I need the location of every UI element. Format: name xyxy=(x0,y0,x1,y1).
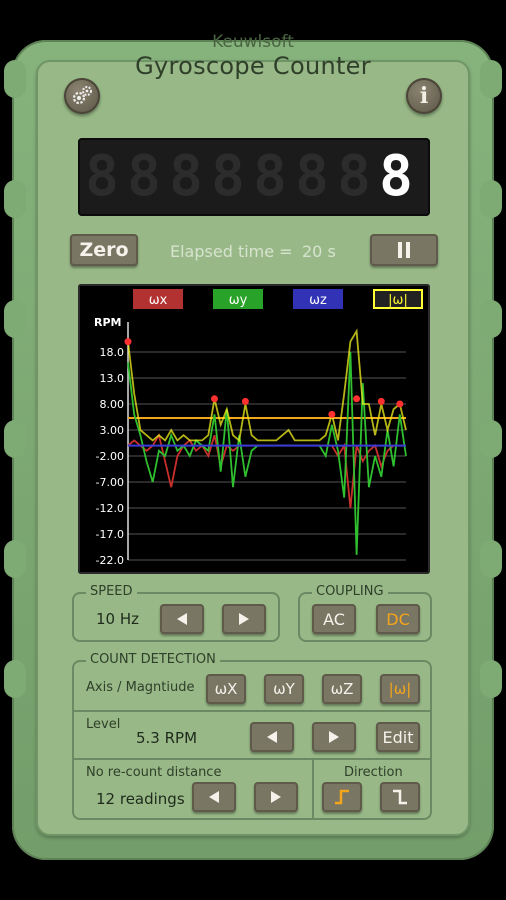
rising-edge-icon xyxy=(335,789,349,805)
y-tick-label: -12.0 xyxy=(96,502,124,515)
y-tick-label: 18.0 xyxy=(100,346,125,359)
axis-z-button[interactable]: ωZ xyxy=(322,674,362,704)
counter-digit: 8 xyxy=(85,144,119,209)
recount-distance-value: 12 readings xyxy=(96,790,185,808)
axis-y-button[interactable]: ωY xyxy=(264,674,304,704)
speed-title: SPEED xyxy=(86,584,137,599)
body-edge xyxy=(4,300,26,338)
level-value: 5.3 RPM xyxy=(136,729,198,747)
divider xyxy=(312,760,314,818)
recount-decrease-button[interactable] xyxy=(192,782,236,812)
y-axis-label: RPM xyxy=(94,316,121,329)
peak-marker xyxy=(210,395,218,403)
counter-digit: 8 xyxy=(127,144,161,209)
coupling-title: COUPLING xyxy=(312,584,388,599)
info-icon: i xyxy=(419,83,429,109)
counter-digit: 8 xyxy=(169,144,203,209)
counter-digit-active: 8 xyxy=(379,144,413,209)
arrow-left-icon xyxy=(177,613,187,625)
settings-button[interactable] xyxy=(64,78,100,114)
series-line-omega-y xyxy=(127,351,407,555)
chart-panel: ωx ωy ωz |ω| RPM 18.0 13.0 8.00 3.00 -2.00 -7.00 -1… xyxy=(78,284,430,574)
y-tick-label: 13.0 xyxy=(100,372,125,385)
body-edge xyxy=(480,180,502,218)
axis-magnitude-label: Axis / Magntiude xyxy=(86,680,195,695)
info-button[interactable]: i xyxy=(406,78,442,114)
body-edge xyxy=(4,660,26,698)
counter-digit: 8 xyxy=(337,144,371,209)
speed-increase-button[interactable] xyxy=(222,604,266,634)
falling-edge-button[interactable] xyxy=(380,782,420,812)
peak-marker xyxy=(353,395,361,403)
legend-label: ωz xyxy=(309,293,327,308)
peak-marker xyxy=(241,397,249,405)
level-label: Level xyxy=(86,717,121,732)
coupling-dc-button[interactable]: DC xyxy=(376,604,420,634)
speed-value: 10 Hz xyxy=(96,610,140,628)
direction-label: Direction xyxy=(344,765,403,780)
legend-label: ωy xyxy=(229,293,248,308)
body-edge xyxy=(4,420,26,458)
count-detection-title: COUNT DETECTION xyxy=(86,652,220,667)
counter-digit: 8 xyxy=(295,144,329,209)
speed-decrease-button[interactable] xyxy=(160,604,204,634)
legend-label: ωx xyxy=(149,293,168,308)
body-edge xyxy=(4,180,26,218)
arrow-right-icon xyxy=(271,791,281,803)
counter-display: 8 8 8 8 8 8 8 8 xyxy=(78,138,430,216)
coupling-ac-button[interactable]: AC xyxy=(312,604,356,634)
app-title: Gyroscope Counter xyxy=(135,52,371,80)
elapsed-time-value: 20 s xyxy=(302,242,336,261)
counter-digit: 8 xyxy=(253,144,287,209)
y-tick-label: -7.00 xyxy=(96,476,124,489)
body-edge xyxy=(480,540,502,578)
falling-edge-icon xyxy=(393,789,407,805)
rising-edge-button[interactable] xyxy=(322,782,362,812)
magnitude-button[interactable]: |ω| xyxy=(380,674,420,704)
peak-marker xyxy=(377,397,385,405)
pause-button[interactable] xyxy=(370,234,438,266)
level-edit-button[interactable]: Edit xyxy=(376,722,420,752)
peak-marker xyxy=(124,338,132,346)
elapsed-time-label: Elapsed time = xyxy=(170,242,293,261)
zero-button[interactable]: Zero xyxy=(70,234,138,266)
rotation-chart: ωx ωy ωz |ω| RPM 18.0 13.0 8.00 3.00 -2.00 -7.00 -1… xyxy=(94,289,423,567)
arrow-right-icon xyxy=(239,613,249,625)
counter-digit: 8 xyxy=(211,144,245,209)
level-decrease-button[interactable] xyxy=(250,722,294,752)
y-tick-label: 3.00 xyxy=(100,424,125,437)
body-edge xyxy=(480,300,502,338)
peak-marker xyxy=(328,410,336,418)
body-edge xyxy=(4,540,26,578)
recount-increase-button[interactable] xyxy=(254,782,298,812)
y-tick-label: -17.0 xyxy=(96,528,124,541)
legend-label: |ω| xyxy=(388,293,408,308)
brand-name: Keuwlsoft xyxy=(212,32,294,52)
body-edge xyxy=(480,420,502,458)
y-tick-label: -22.0 xyxy=(96,554,124,567)
body-edge xyxy=(480,660,502,698)
arrow-right-icon xyxy=(329,731,339,743)
axis-x-button[interactable]: ωX xyxy=(206,674,246,704)
level-increase-button[interactable] xyxy=(312,722,356,752)
arrow-left-icon xyxy=(267,731,277,743)
arrow-left-icon xyxy=(209,791,219,803)
recount-distance-label: No re-count distance xyxy=(86,765,222,780)
gear-icon xyxy=(72,86,92,105)
divider xyxy=(74,710,430,712)
peak-marker xyxy=(396,400,404,408)
y-tick-label: 8.00 xyxy=(100,398,125,411)
pause-icon xyxy=(398,242,410,258)
divider xyxy=(74,758,430,760)
y-tick-label: -2.00 xyxy=(96,450,124,463)
